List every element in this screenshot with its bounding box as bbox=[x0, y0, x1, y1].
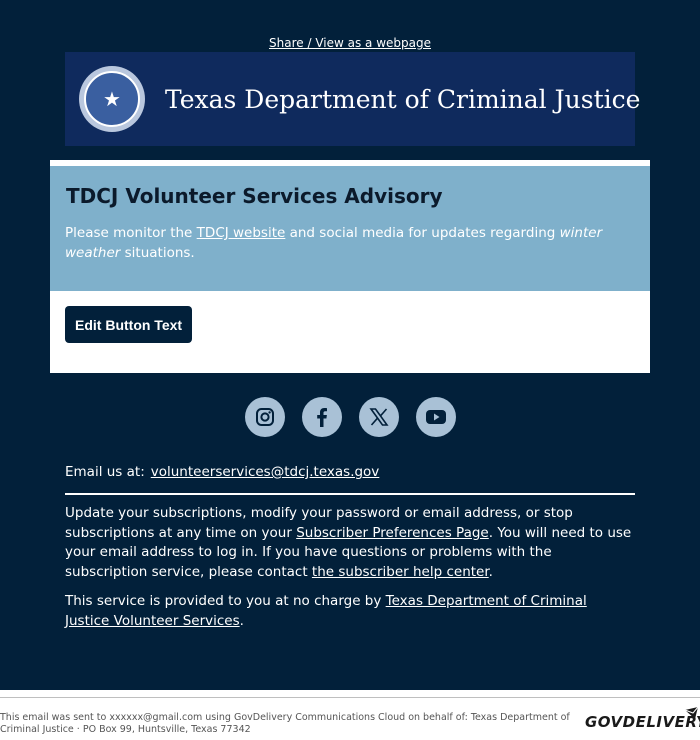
advisory-text-part: situations. bbox=[120, 245, 195, 261]
subscription-paragraph: Update your subscriptions, modify your p… bbox=[65, 504, 635, 582]
instagram-icon[interactable] bbox=[245, 397, 285, 437]
govdelivery-logo[interactable]: GOVDELIVERY bbox=[585, 713, 700, 731]
subscriber-help-link[interactable]: the subscriber help center bbox=[312, 564, 489, 580]
subscription-text: . bbox=[488, 563, 493, 580]
service-text: This service is provided to you at no ch… bbox=[65, 593, 386, 609]
service-text: . bbox=[239, 612, 244, 629]
texas-seal-icon: ★ bbox=[79, 66, 145, 132]
youtube-icon[interactable] bbox=[416, 397, 456, 437]
contact-email-line: Email us at: volunteerservices@tdcj.texas… bbox=[65, 464, 379, 480]
social-icons bbox=[245, 397, 456, 437]
footer-text: This email was sent to xxxxxx@gmail.com … bbox=[0, 712, 570, 735]
share-bar: Share / View as a webpage bbox=[0, 36, 700, 50]
header-banner: ★ Texas Department of Criminal Justice bbox=[65, 52, 640, 146]
email-link[interactable]: volunteerservices@tdcj.texas.gov bbox=[151, 464, 380, 480]
share-link[interactable]: Share / View as a webpage bbox=[269, 36, 431, 50]
footer-separator bbox=[0, 697, 700, 698]
edit-button[interactable]: Edit Button Text bbox=[65, 306, 193, 343]
divider bbox=[65, 493, 635, 495]
subscriber-preferences-link[interactable]: Subscriber Preferences Page bbox=[296, 525, 489, 541]
advisory-text-part: and social media for updates regarding bbox=[285, 225, 560, 241]
x-icon[interactable] bbox=[359, 397, 399, 437]
advisory-text-part: Please monitor the bbox=[65, 225, 197, 241]
advisory-title: TDCJ Volunteer Services Advisory bbox=[66, 184, 443, 208]
content-card: TDCJ Volunteer Services Advisory Please … bbox=[50, 160, 650, 373]
envelope-icon bbox=[684, 706, 699, 719]
advisory-block: TDCJ Volunteer Services Advisory Please … bbox=[50, 166, 650, 291]
banner-title: Texas Department of Criminal Justice bbox=[165, 84, 641, 114]
tdcj-website-link[interactable]: TDCJ website bbox=[197, 225, 286, 241]
service-paragraph: This service is provided to you at no ch… bbox=[65, 592, 635, 631]
facebook-icon[interactable] bbox=[302, 397, 342, 437]
advisory-text: Please monitor the TDCJ website and soci… bbox=[65, 223, 635, 263]
email-label: Email us at: bbox=[65, 464, 145, 480]
